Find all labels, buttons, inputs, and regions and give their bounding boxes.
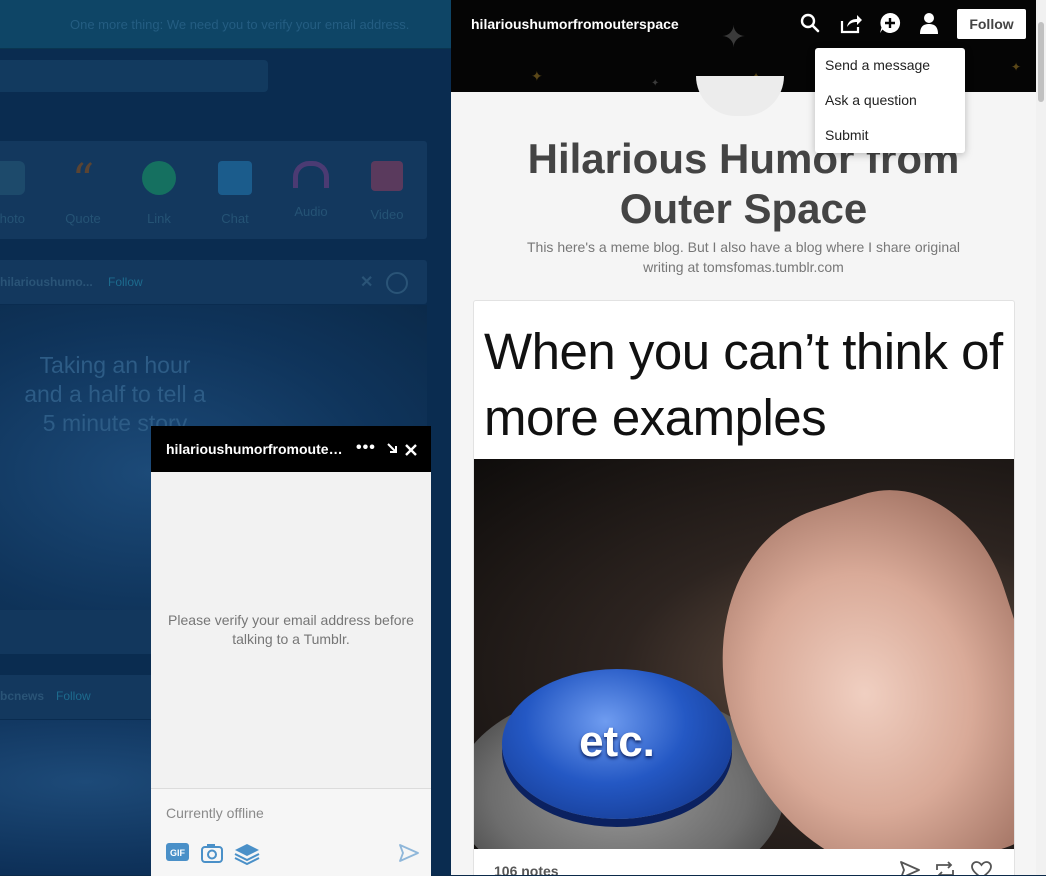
messaging-header: hilarioushumorfromouterspace ••• xyxy=(151,426,431,472)
user-icon[interactable] xyxy=(920,12,938,39)
chat-icon xyxy=(218,161,252,195)
quote-icon: “ xyxy=(71,155,95,206)
post-type-video[interactable]: Video xyxy=(357,161,417,222)
reblog-icon[interactable] xyxy=(935,861,955,875)
close-icon[interactable] xyxy=(405,443,417,461)
menu-item-ask-question[interactable]: Ask a question xyxy=(825,92,917,108)
heart-icon[interactable] xyxy=(971,861,992,875)
dismiss-icon[interactable]: ✕ xyxy=(360,272,373,292)
gif-label: GIF xyxy=(170,848,186,858)
post-type-label: Quote xyxy=(65,211,101,226)
post-type-audio[interactable]: Audio xyxy=(281,161,341,219)
messaging-footer: Currently offline GIF xyxy=(151,788,431,876)
compass-icon[interactable] xyxy=(386,272,408,294)
blog-description: This here's a meme blog. But I also have… xyxy=(526,239,960,275)
dashboard-post-blogname[interactable]: hilarioushumo... xyxy=(0,275,93,289)
video-icon xyxy=(371,161,403,191)
post-type-composer: Photo “ Quote Link Chat Audio Video xyxy=(0,141,427,239)
send-icon[interactable] xyxy=(399,844,419,867)
messaging-title: hilarioushumorfromouterspace xyxy=(166,441,348,457)
menu-item-submit[interactable]: Submit xyxy=(825,127,869,143)
link-icon xyxy=(142,161,176,195)
post-type-link[interactable]: Link xyxy=(129,161,189,226)
verify-email-banner: One more thing: We need you to verify yo… xyxy=(0,0,451,49)
post-type-quote[interactable]: “ Quote xyxy=(53,155,113,227)
post-caption: When you can’t think of more examples xyxy=(484,323,1003,446)
banner-text: One more thing: We need you to verify yo… xyxy=(70,17,410,32)
post-type-label: Chat xyxy=(221,211,249,226)
blog-avatar[interactable] xyxy=(696,76,784,116)
message-plus-icon[interactable] xyxy=(879,12,901,39)
post-type-label: Link xyxy=(147,211,171,226)
dashboard-search-bar[interactable] xyxy=(0,60,268,92)
camera-icon[interactable] xyxy=(201,843,223,868)
blog-post: When you can’t think of more examples et… xyxy=(473,300,1015,875)
verify-email-notice: Please verify your email address before … xyxy=(168,612,414,647)
follow-button[interactable]: Follow xyxy=(957,9,1026,39)
post-notes-count[interactable]: 106 notes xyxy=(494,863,559,875)
message-options-menu: Send a message Ask a question Submit xyxy=(815,48,965,153)
camera-icon xyxy=(0,161,25,195)
button-label: etc. xyxy=(579,717,655,766)
gif-icon[interactable]: GIF xyxy=(166,843,189,866)
post-type-label: Photo xyxy=(0,211,25,226)
blue-button-image: etc. xyxy=(502,669,732,819)
post-type-chat[interactable]: Chat xyxy=(205,161,265,226)
search-icon[interactable] xyxy=(800,12,820,39)
send-icon[interactable] xyxy=(900,861,920,875)
star-decoration: ✦ xyxy=(721,21,747,54)
dashboard-post-blogname[interactable]: bcnews xyxy=(0,689,44,703)
dashboard-post-header: hilarioushumo... Follow ✕ xyxy=(0,260,427,304)
star-decoration: ✦ xyxy=(531,68,543,84)
dashboard-post-follow-link[interactable]: Follow xyxy=(56,689,91,703)
more-options-icon[interactable]: ••• xyxy=(356,439,376,457)
headphones-icon xyxy=(293,161,329,188)
menu-item-send-message[interactable]: Send a message xyxy=(825,57,930,73)
blog-name[interactable]: hilarioushumorfromouterspace xyxy=(471,16,679,32)
post-stack-icon[interactable] xyxy=(234,843,260,870)
star-decoration: ✦ xyxy=(651,78,660,89)
messaging-window: hilarioushumorfromouterspace ••• Please … xyxy=(151,426,431,876)
post-type-label: Audio xyxy=(294,204,328,219)
share-icon[interactable] xyxy=(839,12,863,39)
page-scrollbar[interactable] xyxy=(1036,0,1046,875)
message-input-status[interactable]: Currently offline xyxy=(166,805,264,821)
dashboard-post-follow-link[interactable]: Follow xyxy=(108,275,143,289)
dashboard-post-text: Taking an hour and a half to tell a 5 mi… xyxy=(24,352,206,436)
star-decoration: ✦ xyxy=(1011,60,1022,74)
minimize-icon[interactable] xyxy=(386,442,399,460)
post-type-photo[interactable]: Photo xyxy=(0,161,38,226)
post-type-label: Video xyxy=(370,207,404,222)
post-photo[interactable]: etc. xyxy=(474,459,1014,849)
scrollbar-thumb[interactable] xyxy=(1038,22,1044,102)
